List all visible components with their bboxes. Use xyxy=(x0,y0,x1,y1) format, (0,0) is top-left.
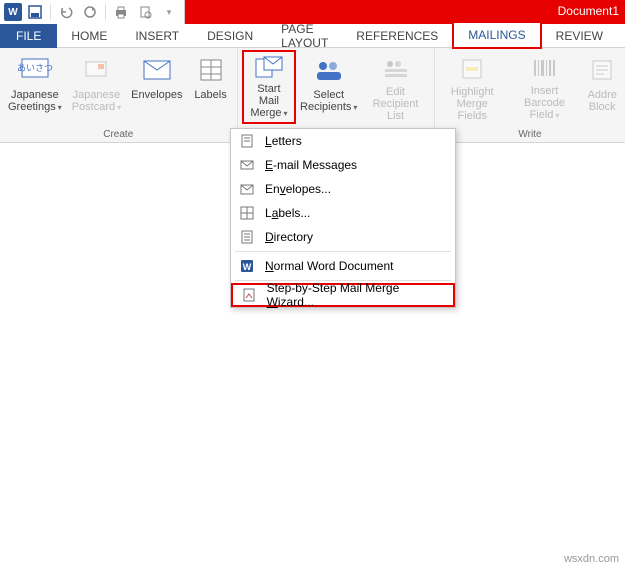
separator xyxy=(105,4,106,20)
label: JapaneseGreetings xyxy=(8,89,62,114)
tab-review[interactable]: REVIEW xyxy=(542,24,617,48)
letter-icon xyxy=(239,133,255,149)
undo-icon[interactable] xyxy=(55,1,77,23)
label: Normal Word Document xyxy=(265,259,394,273)
tab-design[interactable]: DESIGN xyxy=(193,24,267,48)
address-block-icon xyxy=(586,54,618,86)
insert-barcode-field-button: Insert BarcodeField xyxy=(508,50,582,124)
greetings-icon: あいさつ xyxy=(19,54,51,86)
wizard-icon xyxy=(241,287,257,303)
labels-icon xyxy=(195,54,227,86)
ribbon-tabs: FILE HOME INSERT DESIGN PAGE LAYOUT REFE… xyxy=(0,24,625,48)
word-app-icon[interactable]: W xyxy=(4,3,22,21)
tab-insert[interactable]: INSERT xyxy=(121,24,193,48)
tab-mailings[interactable]: MAILINGS xyxy=(452,21,541,49)
label: Envelopes xyxy=(131,89,182,101)
menu-envelopes[interactable]: Envelopes... xyxy=(231,177,455,201)
label: Labels xyxy=(194,89,226,101)
menu-separator xyxy=(235,251,451,252)
tab-file[interactable]: FILE xyxy=(0,24,57,48)
save-icon[interactable] xyxy=(24,1,46,23)
group-create: あいさつ JapaneseGreetings JapanesePostcard … xyxy=(0,48,238,142)
japanese-greetings-button[interactable]: あいさつ JapaneseGreetings xyxy=(4,50,66,124)
menu-letters[interactable]: Letters xyxy=(231,129,455,153)
barcode-icon xyxy=(529,54,561,82)
directory-icon xyxy=(239,229,255,245)
start-mail-merge-menu: Letters E-mail Messages Envelopes... Lab… xyxy=(230,128,456,308)
menu-directory[interactable]: Directory xyxy=(231,225,455,249)
label: SelectRecipients xyxy=(300,89,357,114)
document-title: Document1 xyxy=(558,4,619,18)
svg-text:W: W xyxy=(243,262,252,272)
envelopes-button[interactable]: Envelopes xyxy=(127,50,186,124)
menu-email-messages[interactable]: E-mail Messages xyxy=(231,153,455,177)
label: HighlightMerge Fields xyxy=(443,86,502,122)
select-recipients-icon xyxy=(313,54,345,86)
tab-home[interactable]: HOME xyxy=(57,24,121,48)
start-mail-merge-icon xyxy=(253,56,285,80)
select-recipients-button[interactable]: SelectRecipients xyxy=(298,50,359,124)
app-letter: W xyxy=(8,7,17,18)
labels-button[interactable]: Labels xyxy=(189,50,233,124)
highlight-icon xyxy=(456,54,488,83)
menu-step-by-step-wizard[interactable]: Step-by-Step Mail Merge Wizard... xyxy=(231,283,455,307)
envelope-icon xyxy=(141,54,173,86)
label: Letters xyxy=(265,134,302,148)
edit-list-icon xyxy=(380,54,412,83)
edit-recipient-list-button: EditRecipient List xyxy=(361,50,430,124)
group-label: Create xyxy=(4,127,233,142)
watermark: wsxdn.com xyxy=(564,553,619,565)
label: Start MailMerge xyxy=(248,83,291,120)
japanese-postcard-button: JapanesePostcard xyxy=(68,50,125,124)
envelope-icon xyxy=(239,181,255,197)
label: Directory xyxy=(265,230,313,244)
label: JapanesePostcard xyxy=(72,89,121,114)
label: Step-by-Step Mail Merge Wizard... xyxy=(267,281,445,309)
label: AddreBlock xyxy=(588,89,617,113)
label: EditRecipient List xyxy=(365,86,426,122)
highlight-merge-fields-button: HighlightMerge Fields xyxy=(439,50,506,124)
start-mail-merge-button[interactable]: Start MailMerge xyxy=(242,50,297,124)
quick-access-toolbar: W ▾ xyxy=(0,0,185,24)
print-preview-icon[interactable] xyxy=(134,1,156,23)
word-doc-icon: W xyxy=(239,258,255,274)
quick-print-icon[interactable] xyxy=(110,1,132,23)
labels-icon xyxy=(239,205,255,221)
menu-normal-document[interactable]: W Normal Word Document xyxy=(231,254,455,278)
address-block-button: AddreBlock xyxy=(584,50,622,124)
tab-view[interactable]: V xyxy=(617,24,625,48)
tab-references[interactable]: REFERENCES xyxy=(342,24,452,48)
menu-labels[interactable]: Labels... xyxy=(231,201,455,225)
email-icon xyxy=(239,157,255,173)
separator xyxy=(50,4,51,20)
group-label: Write xyxy=(439,127,621,142)
label: Envelopes... xyxy=(265,182,331,196)
redo-icon[interactable] xyxy=(79,1,101,23)
group-write: HighlightMerge Fields Insert BarcodeFiel… xyxy=(435,48,625,142)
qat-dropdown-icon[interactable]: ▾ xyxy=(158,1,180,23)
label: Labels... xyxy=(265,206,310,220)
tab-page-layout[interactable]: PAGE LAYOUT xyxy=(267,24,342,48)
label: E-mail Messages xyxy=(265,158,357,172)
postcard-icon xyxy=(80,54,112,86)
svg-text:あいさつ: あいさつ xyxy=(17,63,53,73)
label: Insert BarcodeField xyxy=(512,85,578,122)
